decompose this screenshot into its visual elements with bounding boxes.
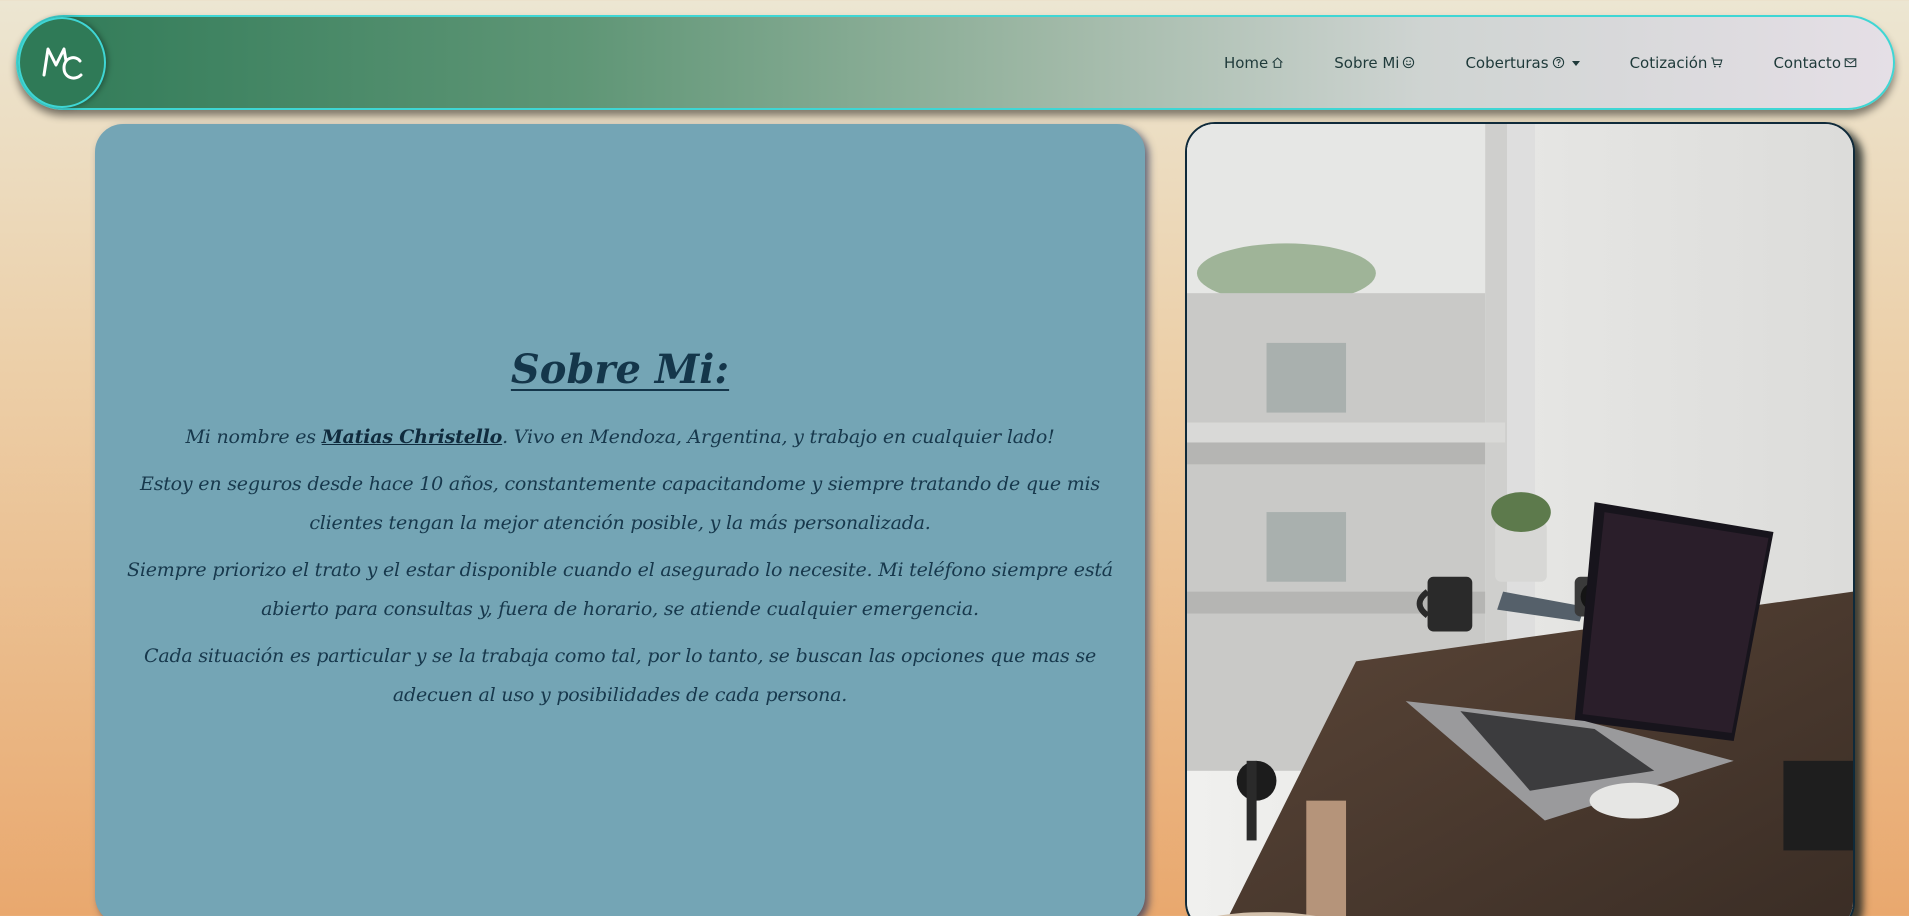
about-paragraph-experience: Estoy en seguros desde hace 10 años, con… [140,473,1100,534]
question-circle-icon [1552,56,1564,69]
nav-coberturas-label: Coberturas [1465,53,1549,72]
about-paragraph-availability: Siempre priorizo el trato y el estar dis… [127,559,1113,620]
nav-home[interactable]: Home [1224,54,1284,72]
intro-after: . Vivo en Mendoza, Argentina, y trabajo … [502,426,1055,448]
nav-home-label: Home [1223,53,1269,72]
nav-links: Home Sobre Mi Coberturas Cotización Cont… [1174,17,1857,108]
about-card: Sobre Mi: Mi nombre es Matias Christello… [95,124,1145,916]
nav-contacto[interactable]: Contacto [1773,54,1857,72]
nav-coberturas-dropdown[interactable]: Coberturas [1465,53,1580,72]
about-title: Sobre Mi: [510,346,730,393]
brand-logo[interactable] [18,17,106,108]
house-icon [1272,57,1283,68]
mc-monogram-logo [42,47,83,80]
nav-cotizacion[interactable]: Cotización [1630,54,1724,72]
chevron-down-icon [1571,60,1580,66]
nav-sobre-mi[interactable]: Sobre Mi [1334,54,1415,72]
mail-icon [1844,58,1857,68]
about-paragraph-approach: Cada situación es particular y se la tra… [143,645,1096,706]
navbar: Home Sobre Mi Coberturas Cotización Cont… [16,15,1895,110]
about-paragraph-intro: Mi nombre es Matias Christello. Vivo en … [113,418,1127,457]
about-text: Mi nombre es Matias Christello. Vivo en … [113,418,1127,723]
smile-icon [1403,56,1415,69]
nav-cotizacion-label: Cotización [1629,53,1708,72]
author-name-link[interactable]: Matias Christello [322,426,503,448]
workspace-photo [1185,122,1855,916]
intro-before: Mi nombre es [185,426,322,448]
nav-contacto-label: Contacto [1773,53,1841,72]
nav-sobre-mi-label: Sobre Mi [1334,53,1400,72]
cart-icon [1711,57,1723,68]
laptop-desk-image [1187,124,1853,916]
